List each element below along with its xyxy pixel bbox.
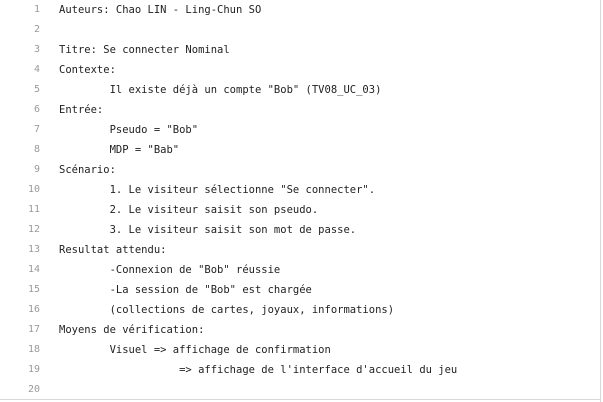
editor-line[interactable]: 16 (collections de cartes, joyaux, infor… xyxy=(0,300,600,320)
line-text: (collections de cartes, joyaux, informat… xyxy=(59,304,395,316)
line-text: 1. Le visiteur sélectionne "Se connecter… xyxy=(59,184,376,196)
line-text: Moyens de vérification: xyxy=(59,324,205,336)
editor-line[interactable]: 5 Il existe déjà un compte "Bob" (TV08_U… xyxy=(0,80,600,100)
editor-line[interactable]: 13 Resultat attendu: xyxy=(0,240,600,260)
editor-line[interactable]: 12 3. Le visiteur saisit son mot de pass… xyxy=(0,220,600,240)
editor-line[interactable]: 20 xyxy=(0,380,600,400)
line-number: 2 xyxy=(33,24,40,35)
line-text: -La session de "Bob" est chargée xyxy=(59,284,312,296)
editor-line[interactable]: 6 Entrée: xyxy=(0,100,600,120)
line-number: 10 xyxy=(27,184,40,195)
line-number: 8 xyxy=(33,144,40,155)
line-number: 9 xyxy=(33,164,40,175)
editor-line[interactable]: 8 MDP = "Bab" xyxy=(0,140,600,160)
line-number: 19 xyxy=(27,364,40,375)
editor-line[interactable]: 14 -Connexion de "Bob" réussie xyxy=(0,260,600,280)
editor-line[interactable]: 10 1. Le visiteur sélectionne "Se connec… xyxy=(0,180,600,200)
line-number: 14 xyxy=(27,264,40,275)
line-text: => affichage de l'interface d'accueil du… xyxy=(59,364,458,376)
line-number: 17 xyxy=(27,324,40,335)
editor-bottom-border xyxy=(0,399,601,400)
line-number: 12 xyxy=(27,224,40,235)
line-number: 11 xyxy=(27,204,40,215)
line-number: 15 xyxy=(27,284,40,295)
line-number: 13 xyxy=(27,244,40,255)
editor-right-border xyxy=(600,0,601,402)
line-text: Visuel => affichage de confirmation xyxy=(59,344,331,356)
line-number: 5 xyxy=(33,84,40,95)
line-text: Resultat attendu: xyxy=(59,244,167,256)
line-number: 4 xyxy=(33,64,40,75)
line-text: Contexte: xyxy=(59,64,116,76)
line-text: Pseudo = "Bob" xyxy=(59,124,199,136)
editor-line[interactable]: 11 2. Le visiteur saisit son pseudo. xyxy=(0,200,600,220)
line-number: 18 xyxy=(27,344,40,355)
editor-line[interactable]: 19 => affichage de l'interface d'accueil… xyxy=(0,360,600,380)
line-text: Auteurs: Chao LIN - Ling-Chun SO xyxy=(59,4,262,16)
line-text: Entrée: xyxy=(59,104,104,116)
editor-line[interactable]: 17 Moyens de vérification: xyxy=(0,320,600,340)
editor-line[interactable]: 7 Pseudo = "Bob" xyxy=(0,120,600,140)
editor-line[interactable]: 2 xyxy=(0,20,600,40)
line-number: 20 xyxy=(27,384,40,395)
editor-line[interactable]: 15 -La session de "Bob" est chargée xyxy=(0,280,600,300)
line-text: Scénario: xyxy=(59,164,116,176)
editor-line[interactable]: 4 Contexte: xyxy=(0,60,600,80)
editor-line[interactable]: 1 Auteurs: Chao LIN - Ling-Chun SO xyxy=(0,0,600,20)
line-number: 6 xyxy=(33,104,40,115)
line-text: MDP = "Bab" xyxy=(59,144,180,156)
editor-line[interactable]: 3 Titre: Se connecter Nominal xyxy=(0,40,600,60)
line-number: 1 xyxy=(33,4,40,15)
line-number: 16 xyxy=(27,304,40,315)
line-text: 3. Le visiteur saisit son mot de passe. xyxy=(59,224,357,236)
line-text: -Connexion de "Bob" réussie xyxy=(59,264,281,276)
editor-lines: 1 Auteurs: Chao LIN - Ling-Chun SO 2 3 Tit… xyxy=(0,0,600,400)
line-text: Il existe déjà un compte "Bob" (TV08_UC_… xyxy=(59,84,382,96)
text-editor[interactable]: 1 Auteurs: Chao LIN - Ling-Chun SO 2 3 Tit… xyxy=(0,0,603,402)
line-text: Titre: Se connecter Nominal xyxy=(59,44,230,56)
line-number: 3 xyxy=(33,44,40,55)
line-number: 7 xyxy=(33,124,40,135)
editor-line[interactable]: 18 Visuel => affichage de confirmation xyxy=(0,340,600,360)
line-text: 2. Le visiteur saisit son pseudo. xyxy=(59,204,319,216)
editor-line[interactable]: 9 Scénario: xyxy=(0,160,600,180)
